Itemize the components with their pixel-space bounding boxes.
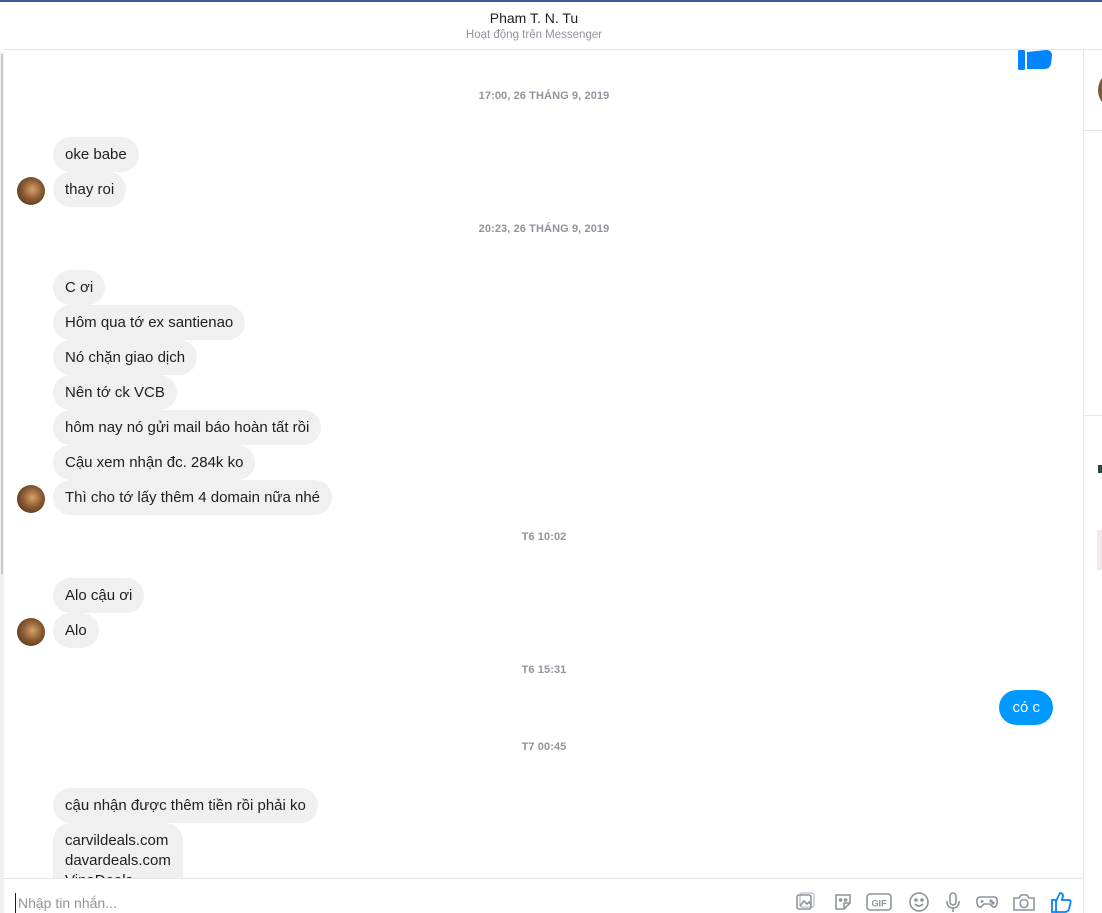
image-upload-icon[interactable] bbox=[792, 889, 818, 913]
incoming-message[interactable]: thay roi bbox=[53, 172, 127, 207]
incoming-message[interactable]: C ơi bbox=[53, 270, 106, 305]
incoming-message[interactable]: Nó chặn giao dịch bbox=[53, 340, 198, 375]
emoji-icon[interactable] bbox=[906, 889, 932, 913]
scrollbar-thumb[interactable] bbox=[1, 54, 3, 574]
incoming-message[interactable]: Alo bbox=[53, 613, 99, 648]
contact-name[interactable]: Pham T. N. Tu bbox=[0, 10, 1102, 26]
svg-text:GIF: GIF bbox=[872, 899, 888, 909]
incoming-message[interactable]: Cậu xem nhận đc. 284k ko bbox=[53, 445, 256, 480]
avatar[interactable] bbox=[17, 485, 45, 513]
incoming-message-multiline[interactable]: carvildeals.com davardeals.com VinaDeals… bbox=[53, 823, 183, 878]
incoming-message[interactable]: oke babe bbox=[53, 137, 139, 172]
like-icon[interactable] bbox=[1048, 889, 1074, 913]
divider bbox=[1084, 415, 1102, 416]
sticker-icon[interactable] bbox=[830, 889, 856, 913]
message-list[interactable]: 17:00, 26 THÁNG 9, 2019 oke babe thay ro… bbox=[4, 50, 1082, 878]
incoming-message[interactable]: Nên tớ ck VCB bbox=[53, 375, 177, 410]
conversation-info-panel bbox=[1083, 50, 1102, 913]
gif-icon[interactable]: GIF bbox=[866, 889, 892, 913]
incoming-message[interactable]: hôm nay nó gửi mail báo hoàn tất rồi bbox=[53, 410, 322, 445]
message-composer: GIF bbox=[4, 878, 1083, 913]
timestamp: 20:23, 26 THÁNG 9, 2019 bbox=[478, 223, 610, 235]
shared-media-thumbnail[interactable] bbox=[1097, 530, 1102, 570]
incoming-message[interactable]: Thì cho tớ lấy thêm 4 domain nữa nhé bbox=[53, 480, 333, 515]
microphone-icon[interactable] bbox=[940, 889, 966, 913]
outgoing-message[interactable]: có c bbox=[999, 690, 1053, 725]
messenger-window: Pham T. N. Tu Hoạt động trên Messenger 1… bbox=[0, 0, 1102, 913]
color-swatch[interactable] bbox=[1098, 465, 1102, 473]
contact-avatar[interactable] bbox=[1098, 70, 1102, 110]
game-controller-icon[interactable] bbox=[974, 889, 1000, 913]
message-input[interactable] bbox=[15, 893, 715, 913]
incoming-message[interactable]: Hôm qua tớ ex santienao bbox=[53, 305, 246, 340]
divider bbox=[1084, 130, 1102, 131]
timestamp: T6 15:31 bbox=[521, 664, 567, 676]
sent-like-sticker-icon bbox=[1018, 50, 1052, 70]
contact-status: Hoạt động trên Messenger bbox=[465, 29, 603, 41]
conversation-header: Pham T. N. Tu Hoạt động trên Messenger bbox=[4, 2, 1102, 50]
avatar[interactable] bbox=[17, 177, 45, 205]
avatar[interactable] bbox=[17, 618, 45, 646]
timestamp: T7 00:45 bbox=[521, 741, 567, 753]
timestamp: T6 10:02 bbox=[521, 531, 567, 543]
timestamp: 17:00, 26 THÁNG 9, 2019 bbox=[478, 90, 610, 102]
incoming-message[interactable]: cậu nhận được thêm tiền rồi phải ko bbox=[53, 788, 318, 823]
incoming-message[interactable]: Alo cậu ơi bbox=[53, 578, 145, 613]
camera-icon[interactable] bbox=[1011, 889, 1037, 913]
